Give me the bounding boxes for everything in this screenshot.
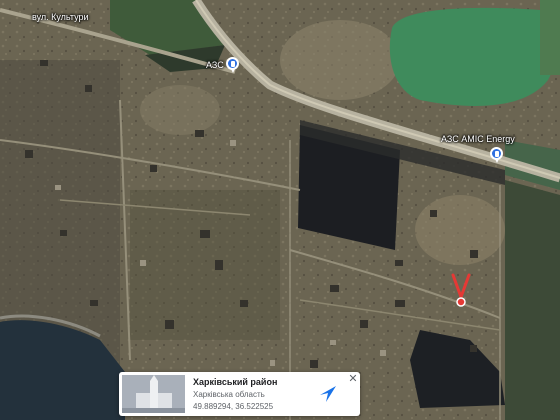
gas-station-label-1[interactable]: АЗС (206, 60, 224, 70)
close-button[interactable]: ✕ (347, 373, 359, 385)
place-title: Харківський район (193, 377, 278, 387)
directions-button[interactable] (318, 384, 338, 404)
satellite-map[interactable]: вул. Культури АЗС АЗС AMIC Energy Харків… (0, 0, 560, 420)
place-info-card[interactable]: Харківський район Харківська область 49.… (119, 372, 360, 416)
location-marker[interactable] (450, 273, 472, 309)
place-coordinates: 49.889294, 36.522525 (193, 402, 274, 411)
satellite-imagery (0, 0, 560, 420)
street-label: вул. Культури (32, 12, 89, 22)
gas-station-label-2[interactable]: АЗС AMIC Energy (441, 134, 515, 144)
fuel-pump-icon (494, 150, 499, 157)
place-subtitle: Харківська область (193, 390, 265, 399)
gas-station-pin-icon[interactable] (226, 57, 239, 73)
fuel-pump-icon (230, 60, 235, 67)
gas-station-pin-icon[interactable] (490, 147, 503, 163)
place-thumbnail[interactable] (122, 375, 185, 413)
directions-arrow-icon (320, 386, 336, 402)
